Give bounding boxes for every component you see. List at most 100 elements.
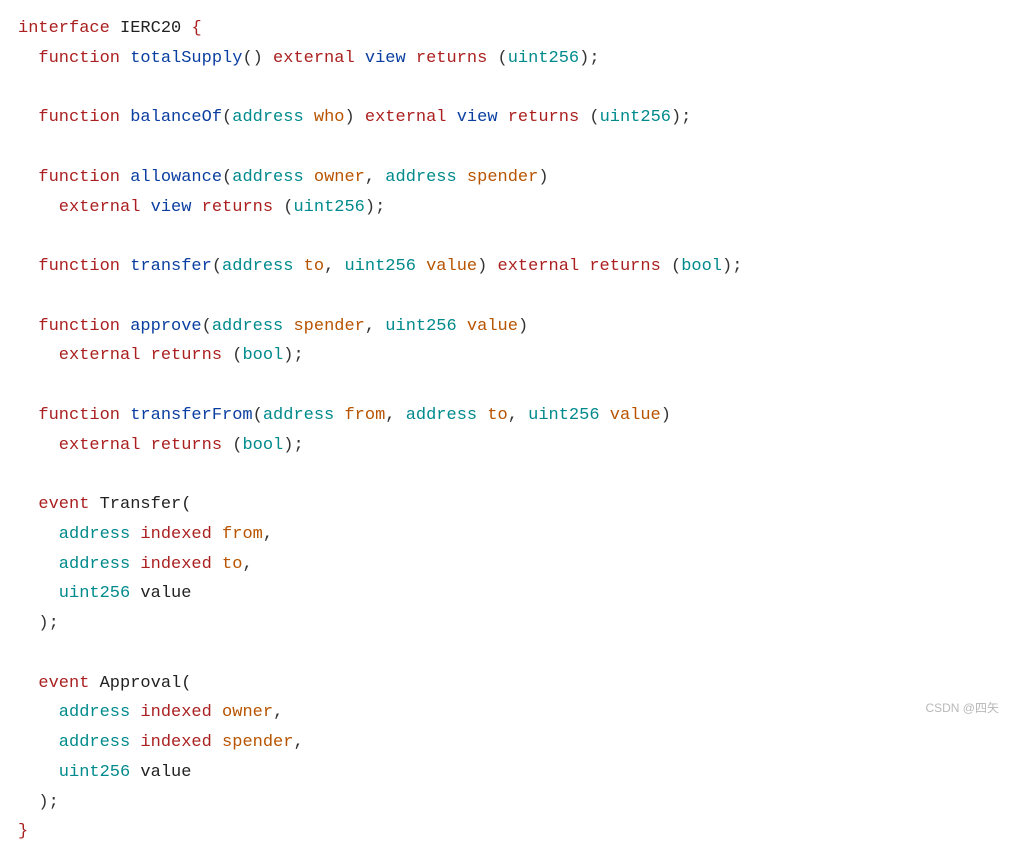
code-token: ) [661,406,671,425]
code-token [110,19,120,38]
code-line: function transfer(address to, uint256 va… [18,252,999,282]
code-line: ); [18,609,999,639]
code-token: ( [222,108,232,127]
code-token: returns [589,257,660,276]
code-line: function transferFrom(address from, addr… [18,401,999,431]
code-token [130,584,140,603]
code-token: balanceOf [130,108,222,127]
code-token [600,406,610,425]
code-token: , [508,406,528,425]
code-token: address [385,168,456,187]
code-line: external returns (bool); [18,341,999,371]
code-line: } [18,817,999,847]
code-token: ) [518,317,528,336]
code-token [457,317,467,336]
code-token [140,346,150,365]
code-token: uint256 [59,584,130,603]
code-token: , [365,317,385,336]
code-token: , [263,525,273,544]
code-token: indexed [140,703,211,722]
code-token: address [232,108,303,127]
code-token: address [59,525,130,544]
code-token: external [273,49,355,68]
code-token: function [38,406,120,425]
code-token: event [38,674,89,693]
code-line: address indexed owner, [18,698,999,728]
code-token: spender [467,168,538,187]
code-token: bool [681,257,722,276]
code-line: function allowance(address owner, addres… [18,163,999,193]
code-token: view [457,108,498,127]
blank-line [18,133,999,163]
code-token: ( [273,198,293,217]
code-token: returns [416,49,487,68]
code-token [89,495,99,514]
code-token: function [38,108,120,127]
code-token: function [38,49,120,68]
code-token: ); [671,108,691,127]
code-token: external [59,198,141,217]
code-token: } [18,822,28,841]
code-token: interface [18,19,110,38]
code-token: indexed [140,555,211,574]
code-token [120,257,130,276]
code-token [130,733,140,752]
code-token: uint256 [344,257,415,276]
code-token: to [487,406,507,425]
blank-line [18,460,999,490]
code-line: function balanceOf(address who) external… [18,103,999,133]
code-token [498,108,508,127]
code-token: external [59,346,141,365]
code-token: returns [202,198,273,217]
code-token: event [38,495,89,514]
code-line: address indexed from, [18,520,999,550]
code-token [212,703,222,722]
code-token: ); [365,198,385,217]
code-line: external view returns (uint256); [18,193,999,223]
code-token: uint256 [293,198,364,217]
code-token [130,525,140,544]
code-token: external [59,436,141,455]
code-token: bool [242,436,283,455]
code-token: owner [314,168,365,187]
code-token: transferFrom [130,406,252,425]
code-token: external [365,108,447,127]
code-token [447,108,457,127]
code-token: ( [487,49,507,68]
code-token [130,763,140,782]
code-line: uint256 value [18,579,999,609]
code-line: address indexed spender, [18,728,999,758]
watermark-text: CSDN @四矢 [925,698,999,719]
code-token: from [344,406,385,425]
blank-line [18,282,999,312]
code-token [579,257,589,276]
code-token [406,49,416,68]
code-token: view [151,198,192,217]
code-token [457,168,467,187]
code-token: ); [283,436,303,455]
code-token: owner [222,703,273,722]
code-token: value [610,406,661,425]
code-token: address [232,168,303,187]
code-token: ( [579,108,599,127]
code-line: ); [18,788,999,818]
code-token [120,49,130,68]
code-token: address [59,703,130,722]
code-line: function approve(address spender, uint25… [18,312,999,342]
code-token: value [467,317,518,336]
code-token: indexed [140,525,211,544]
code-token: transfer [130,257,212,276]
code-token: ( [222,346,242,365]
code-token: Approval( [100,674,192,693]
code-token [181,19,191,38]
code-line: interface IERC20 { [18,14,999,44]
code-token: address [59,555,130,574]
code-token: Transfer( [100,495,192,514]
code-token: ) [344,108,364,127]
blank-line [18,371,999,401]
code-token: allowance [130,168,222,187]
code-token: ( [661,257,681,276]
code-token [334,406,344,425]
code-token [416,257,426,276]
code-token: spender [222,733,293,752]
